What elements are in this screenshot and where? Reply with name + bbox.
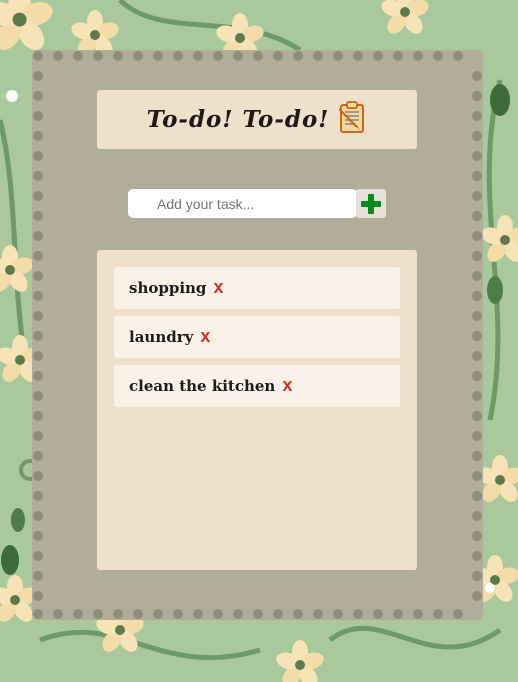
delete-task-button[interactable]: x — [282, 376, 292, 394]
delete-task-button[interactable]: x — [213, 278, 223, 296]
clipboard-icon — [339, 100, 365, 133]
task-label: laundry — [129, 328, 194, 346]
task-label: shopping — [129, 279, 207, 297]
task-label: clean the kitchen — [129, 377, 276, 395]
app-title: To-do! To-do! — [146, 106, 330, 133]
task-list: shopping x laundry x clean the kitchen x — [97, 250, 417, 570]
delete-task-button[interactable]: x — [200, 327, 210, 345]
task-input[interactable] — [128, 189, 357, 218]
plus-icon — [361, 193, 381, 214]
task-item: clean the kitchen x — [114, 365, 400, 407]
title-banner: To-do! To-do! — [97, 90, 417, 149]
task-item: shopping x — [114, 267, 400, 309]
add-task-button[interactable] — [356, 189, 386, 218]
task-item: laundry x — [114, 316, 400, 358]
todo-card: To-do! To-do! shopping x laundry x cle — [32, 50, 483, 620]
